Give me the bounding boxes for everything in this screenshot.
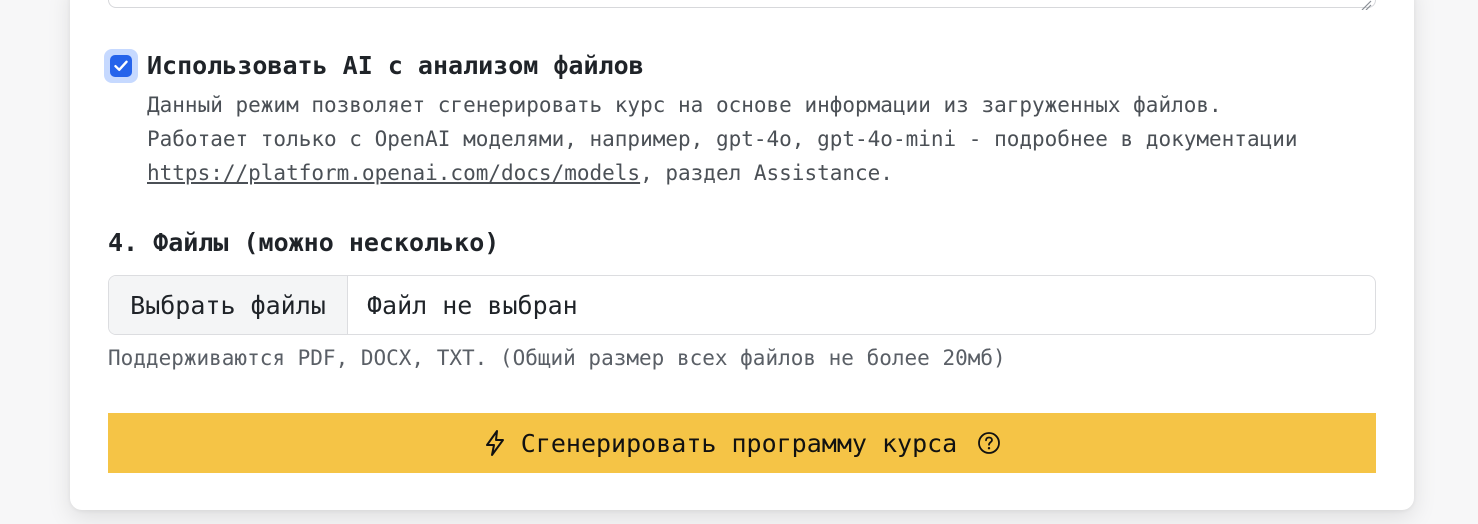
lightning-icon <box>483 429 507 457</box>
file-input[interactable]: Выбрать файлы Файл не выбран <box>108 275 1376 335</box>
ai-analysis-description: Данный режим позволяет сгенерировать кур… <box>147 88 1298 190</box>
ai-analysis-label[interactable]: Использовать AI с анализом файлов <box>147 50 644 82</box>
description-tail: , раздел Assistance. <box>640 161 893 185</box>
generate-course-label: Сгенерировать программу курса <box>520 428 958 458</box>
previous-textarea[interactable] <box>108 0 1376 11</box>
generate-course-button[interactable]: Сгенерировать программу курса <box>108 413 1376 473</box>
ai-analysis-checkbox[interactable] <box>104 49 138 83</box>
file-status-text: Файл не выбран <box>367 290 578 320</box>
files-hint: Поддерживаются PDF, DOCX, TXT. (Общий ра… <box>108 346 1006 370</box>
checkbox-check-icon <box>110 55 132 77</box>
choose-files-button[interactable]: Выбрать файлы <box>109 276 348 334</box>
description-line-2: Работает только с OpenAI моделями, напри… <box>147 127 1298 151</box>
files-section-title: 4. Файлы (можно несколько) <box>108 228 500 257</box>
docs-link[interactable]: https://platform.openai.com/docs/models <box>147 161 640 185</box>
question-circle-icon[interactable] <box>977 431 1001 455</box>
description-line-1: Данный режим позволяет сгенерировать кур… <box>147 93 1222 117</box>
description-line-3: https://platform.openai.com/docs/models,… <box>147 156 1298 190</box>
resize-handle-icon[interactable] <box>1358 0 1372 11</box>
